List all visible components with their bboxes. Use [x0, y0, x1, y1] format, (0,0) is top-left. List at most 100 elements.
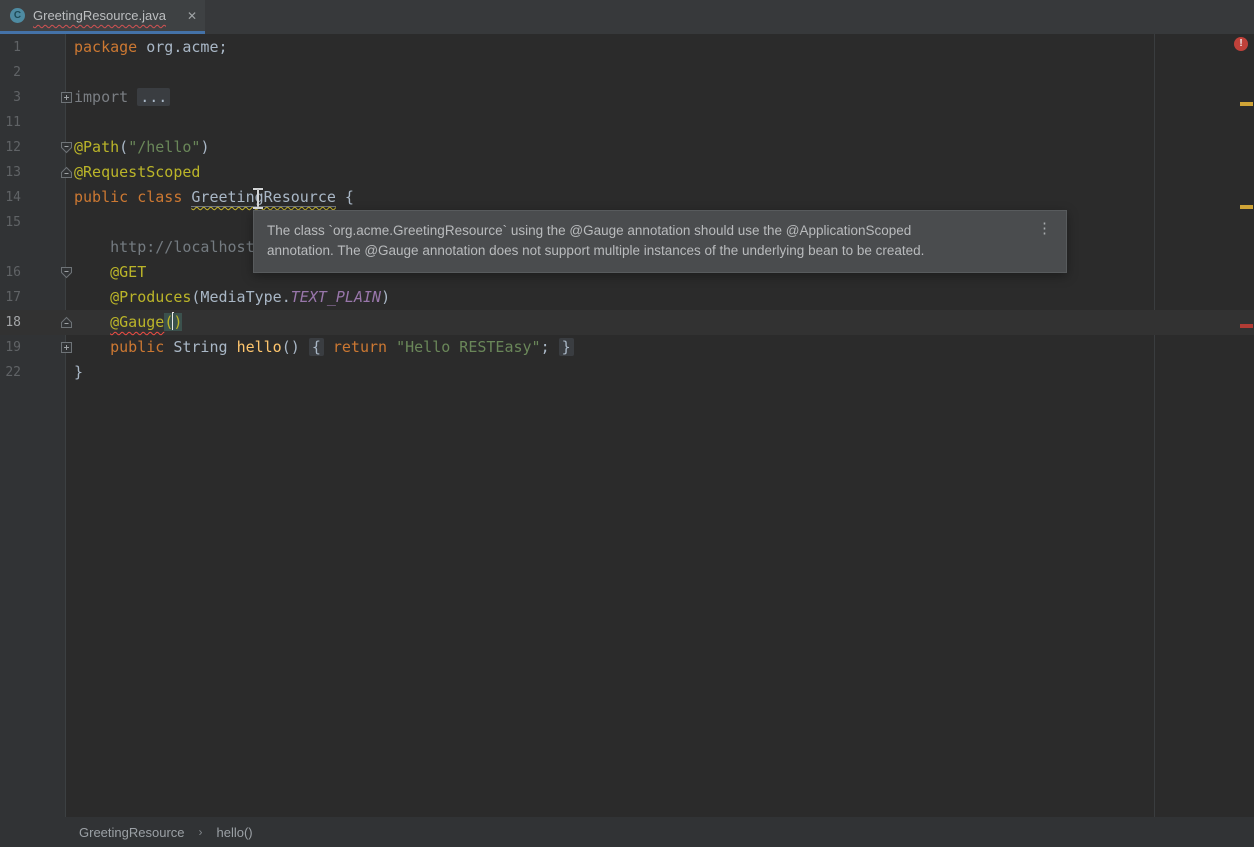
breadcrumb: GreetingResource › hello()	[0, 817, 1254, 847]
line-number: 3	[13, 85, 21, 110]
code-token: @RequestScoped	[74, 163, 200, 181]
code-line-2[interactable]: 2	[0, 60, 1254, 85]
gutter-cell[interactable]: 3	[0, 85, 67, 110]
gutter-cell[interactable]: 12	[0, 135, 67, 160]
gutter-cell[interactable]: 15	[0, 210, 67, 235]
tab-title: GreetingResource.java	[33, 8, 166, 23]
tooltip-more-actions-icon[interactable]: ⋮	[1037, 221, 1052, 236]
breadcrumb-item-class[interactable]: GreetingResource	[79, 825, 185, 840]
gutter-cell[interactable]: 16	[0, 260, 67, 285]
code-text[interactable]: public class GreetingResource {	[67, 185, 1254, 210]
code-line-14[interactable]: 14public class GreetingResource {	[0, 185, 1254, 210]
code-text[interactable]: @Produces(MediaType.TEXT_PLAIN)	[67, 285, 1254, 310]
code-token: public class	[74, 188, 191, 206]
code-line-19[interactable]: 19 public String hello() { return "Hello…	[0, 335, 1254, 360]
code-text[interactable]: }	[67, 360, 1254, 385]
code-line-1[interactable]: 1package org.acme;	[0, 35, 1254, 60]
code-token: {	[336, 188, 354, 206]
code-token: "Hello RESTEasy"	[396, 338, 541, 356]
error-stripe-mark-error[interactable]	[1240, 324, 1253, 328]
code-token	[74, 313, 110, 331]
code-token: @Path	[74, 138, 119, 156]
gutter-cell[interactable]: 22	[0, 360, 67, 385]
gutter-cell[interactable]: 18	[0, 310, 67, 335]
code-token: )	[200, 138, 209, 156]
line-number: 11	[5, 110, 21, 135]
breadcrumb-separator-icon: ›	[199, 825, 203, 839]
code-text[interactable]: @RequestScoped	[67, 160, 1254, 185]
code-token	[74, 338, 110, 356]
code-token: http://localhost	[74, 238, 255, 256]
code-token: }	[74, 363, 83, 381]
code-token: "/hello"	[128, 138, 200, 156]
code-token: @Produces	[110, 288, 191, 306]
code-token: {	[309, 338, 324, 356]
code-line-22[interactable]: 22}	[0, 360, 1254, 385]
code-editor[interactable]: 1package org.acme;23import ...1112@Path(…	[0, 34, 1254, 817]
tab-close-icon[interactable]: ✕	[187, 10, 197, 22]
fold-expanded-end-icon[interactable]	[60, 316, 73, 329]
fold-collapsed-icon[interactable]	[60, 91, 73, 104]
code-line-12[interactable]: 12 @Path("/hello")	[0, 135, 1254, 160]
code-token: )	[173, 313, 182, 331]
line-number: 19	[5, 335, 21, 360]
mouse-ibeam-cursor	[251, 188, 265, 209]
fold-expanded-start-icon[interactable]	[60, 141, 73, 154]
code-text[interactable]: @Gauge()	[67, 310, 1254, 335]
inspections-error-badge[interactable]: !	[1234, 37, 1248, 51]
code-token	[74, 288, 110, 306]
tooltip-text-line2: annotation. The @Gauge annotation does n…	[267, 241, 1022, 261]
java-class-icon: C	[10, 8, 25, 23]
code-token: String	[173, 338, 236, 356]
line-number: 12	[5, 135, 21, 160]
fold-expanded-end-icon[interactable]	[60, 166, 73, 179]
code-token: package	[74, 38, 146, 56]
code-token	[74, 263, 110, 281]
gutter-cell[interactable]: 11	[0, 110, 67, 135]
line-number: 2	[13, 60, 21, 85]
tooltip-text-line1: The class `org.acme.GreetingResource` us…	[267, 221, 1022, 241]
gutter-cell[interactable]: 13	[0, 160, 67, 185]
code-token: (MediaType.	[191, 288, 290, 306]
code-text[interactable]: package org.acme;	[67, 35, 1254, 60]
code-line-13[interactable]: 13 @RequestScoped	[0, 160, 1254, 185]
fold-collapsed-icon[interactable]	[60, 341, 73, 354]
code-line-3[interactable]: 3 import ...	[0, 85, 1254, 110]
tab-greetingresource-java[interactable]: C GreetingResource.java ✕	[0, 0, 205, 34]
breadcrumb-item-method[interactable]: hello()	[217, 825, 253, 840]
error-stripe-mark-warning[interactable]	[1240, 205, 1253, 209]
code-token: (	[119, 138, 128, 156]
code-text[interactable]	[67, 110, 1254, 135]
gutter-cell[interactable]: 2	[0, 60, 67, 85]
code-line-11[interactable]: 11	[0, 110, 1254, 135]
gutter-cell[interactable]	[0, 235, 67, 260]
line-number: 13	[5, 160, 21, 185]
line-number: 16	[5, 260, 21, 285]
code-line-17[interactable]: 17 @Produces(MediaType.TEXT_PLAIN)	[0, 285, 1254, 310]
code-token: ;	[541, 338, 559, 356]
code-token: org.acme;	[146, 38, 227, 56]
line-number: 22	[5, 360, 21, 385]
code-line-18[interactable]: 18 @Gauge()	[0, 310, 1254, 335]
gutter-cell[interactable]: 1	[0, 35, 67, 60]
gutter-cell[interactable]: 17	[0, 285, 67, 310]
code-token: }	[559, 338, 574, 356]
code-token	[324, 338, 333, 356]
gutter-cell[interactable]: 19	[0, 335, 67, 360]
fold-expanded-start-icon[interactable]	[60, 266, 73, 279]
code-token: TEXT_PLAIN	[291, 288, 381, 306]
code-text[interactable]: public String hello() { return "Hello RE…	[67, 335, 1254, 360]
code-token: public	[110, 338, 173, 356]
editor-tab-bar: C GreetingResource.java ✕	[0, 0, 1254, 34]
gutter-cell[interactable]: 14	[0, 185, 67, 210]
code-token: ...	[137, 88, 170, 106]
code-token: hello	[237, 338, 282, 356]
code-text[interactable]	[67, 60, 1254, 85]
error-stripe-mark-warning[interactable]	[1240, 102, 1253, 106]
code-text[interactable]: @Path("/hello")	[67, 135, 1254, 160]
line-number: 17	[5, 285, 21, 310]
code-token: @GET	[110, 263, 146, 281]
code-text[interactable]: import ...	[67, 85, 1254, 110]
code-token: )	[381, 288, 390, 306]
code-token: @Gauge	[110, 313, 164, 331]
